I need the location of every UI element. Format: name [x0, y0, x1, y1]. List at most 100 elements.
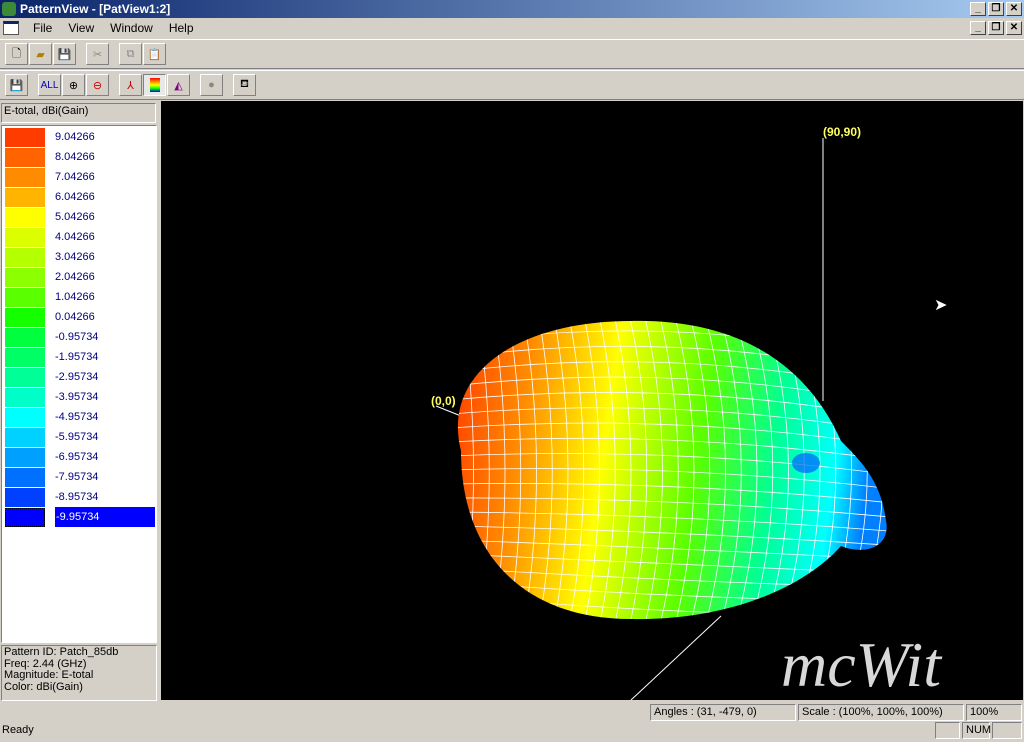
- child-close-button[interactable]: ✕: [1006, 21, 1022, 35]
- legend-item[interactable]: -8.95734: [3, 487, 156, 507]
- open-icon: ▰: [36, 48, 45, 61]
- copy-icon: ⧉: [126, 47, 135, 60]
- restore-button[interactable]: ❐: [988, 2, 1004, 16]
- legend-item[interactable]: -2.95734: [3, 367, 156, 387]
- legend-value: 5.04266: [55, 211, 95, 223]
- legend-item[interactable]: -3.95734: [3, 387, 156, 407]
- axes-icon: ⅄: [127, 79, 134, 92]
- radiation-pattern-plot[interactable]: (90,90) (0,0) mcWit: [161, 101, 1023, 701]
- all-label: ALL: [40, 79, 59, 91]
- standard-toolbar: 🗋 ▰ 💾 ✂ ⧉ 📋: [0, 39, 1024, 69]
- menu-help[interactable]: Help: [161, 21, 202, 35]
- legend-list[interactable]: 9.04266 8.04266 7.04266 6.04266 5.04266 4.042…: [1, 125, 157, 643]
- legend-item[interactable]: -1.95734: [3, 347, 156, 367]
- mesh-line: [896, 301, 930, 641]
- legend-swatch: [5, 388, 45, 407]
- new-button[interactable]: 🗋: [5, 43, 28, 65]
- zoom-out-button[interactable]: ⊖: [86, 74, 109, 96]
- window-title: PatternView - [PatView1:2]: [20, 2, 171, 16]
- legend-swatch: [5, 228, 45, 247]
- angle-icon: ◭: [174, 79, 183, 92]
- legend-item[interactable]: 6.04266: [3, 187, 156, 207]
- fill-color-button[interactable]: ⛾: [233, 74, 256, 96]
- save-button[interactable]: 💾: [53, 43, 76, 65]
- legend-value: -0.95734: [55, 331, 99, 343]
- zoom-all-button[interactable]: ALL: [38, 74, 61, 96]
- cut-button[interactable]: ✂: [86, 43, 109, 65]
- legend-value: 7.04266: [55, 171, 95, 183]
- document-icon[interactable]: [3, 21, 19, 35]
- legend-item[interactable]: 2.04266: [3, 267, 156, 287]
- legend-item[interactable]: -9.95734: [3, 507, 156, 527]
- legend-value: 3.04266: [55, 251, 95, 263]
- legend-swatch: [5, 128, 45, 147]
- mesh-line: [865, 320, 887, 620]
- legend-value: 9.04266: [55, 131, 95, 143]
- view-toolbar: 💾 ALL ⊕ ⊖ ⅄ ◭ ● ⛾: [0, 70, 1024, 100]
- legend-item[interactable]: 1.04266: [3, 287, 156, 307]
- legend-button[interactable]: [143, 74, 166, 96]
- legend-swatch: [5, 148, 45, 167]
- legend-swatch: [5, 288, 45, 307]
- axes-button[interactable]: ⅄: [119, 74, 142, 96]
- paint-bucket-icon: ⛾: [240, 78, 249, 90]
- legend-swatch: [5, 248, 45, 267]
- zoom-in-button[interactable]: ⊕: [62, 74, 85, 96]
- title-bar: PatternView - [PatView1:2] _ ❐ ✕: [0, 0, 1024, 18]
- legend-swatch: [5, 428, 45, 447]
- mouse-cursor-icon: ➤: [934, 297, 948, 314]
- axis-line-bottom: [630, 615, 722, 701]
- legend-swatch: [5, 508, 45, 527]
- cut-icon: ✂: [92, 48, 103, 61]
- minimize-button[interactable]: _: [970, 2, 986, 16]
- legend-swatch: [5, 368, 45, 387]
- close-button[interactable]: ✕: [1006, 2, 1022, 16]
- pattern-lobe: [457, 320, 887, 620]
- caps-indicator: [935, 722, 960, 739]
- legend-value: -2.95734: [55, 371, 99, 383]
- legend-swatch: [5, 408, 45, 427]
- legend-item[interactable]: 7.04266: [3, 167, 156, 187]
- child-restore-button[interactable]: ❐: [988, 21, 1004, 35]
- menu-view[interactable]: View: [60, 21, 102, 35]
- label-0-0: (0,0): [431, 394, 456, 408]
- child-minimize-button[interactable]: _: [970, 21, 986, 35]
- legend-item[interactable]: 3.04266: [3, 247, 156, 267]
- open-button[interactable]: ▰: [29, 43, 52, 65]
- menu-file[interactable]: File: [25, 21, 60, 35]
- menu-window[interactable]: Window: [102, 21, 161, 35]
- 3d-pattern-view[interactable]: (90,90) (0,0) mcWit ➤: [161, 101, 1023, 701]
- save-icon: 💾: [57, 48, 72, 61]
- light-button[interactable]: ●: [200, 74, 223, 96]
- pattern-info: Pattern ID: Patch_85db Freq: 2.44 (GHz) …: [1, 645, 157, 701]
- save-view-button[interactable]: 💾: [5, 74, 28, 96]
- null-dimple: [792, 453, 820, 473]
- label-90-90: (90,90): [823, 125, 861, 139]
- legend-item[interactable]: 4.04266: [3, 227, 156, 247]
- legend-item[interactable]: -0.95734: [3, 327, 156, 347]
- legend-value: -3.95734: [55, 391, 99, 403]
- legend-item[interactable]: 0.04266: [3, 307, 156, 327]
- status-bar: Angles : (31, -479, 0) Scale : (100%, 10…: [0, 702, 1024, 742]
- legend-icon: [149, 78, 160, 92]
- legend-item[interactable]: 5.04266: [3, 207, 156, 227]
- copy-button[interactable]: ⧉: [119, 43, 142, 65]
- legend-item[interactable]: -5.95734: [3, 427, 156, 447]
- legend-swatch: [5, 328, 45, 347]
- legend-swatch: [5, 268, 45, 287]
- legend-item[interactable]: -6.95734: [3, 447, 156, 467]
- mesh-line: [880, 320, 887, 620]
- legend-item[interactable]: 9.04266: [3, 127, 156, 147]
- legend-item[interactable]: 8.04266: [3, 147, 156, 167]
- light-bulb-icon: ●: [208, 79, 215, 91]
- scale-readout: Scale : (100%, 100%, 100%): [798, 704, 964, 721]
- angle-button[interactable]: ◭: [167, 74, 190, 96]
- legend-item[interactable]: -4.95734: [3, 407, 156, 427]
- paste-button[interactable]: 📋: [143, 43, 166, 65]
- num-indicator: NUM: [962, 722, 991, 739]
- legend-item[interactable]: -7.95734: [3, 467, 156, 487]
- zoom-readout: 100%: [966, 704, 1022, 721]
- legend-swatch: [5, 208, 45, 227]
- scroll-indicator: [992, 722, 1022, 739]
- magnitude: Magnitude: E-total: [4, 669, 94, 681]
